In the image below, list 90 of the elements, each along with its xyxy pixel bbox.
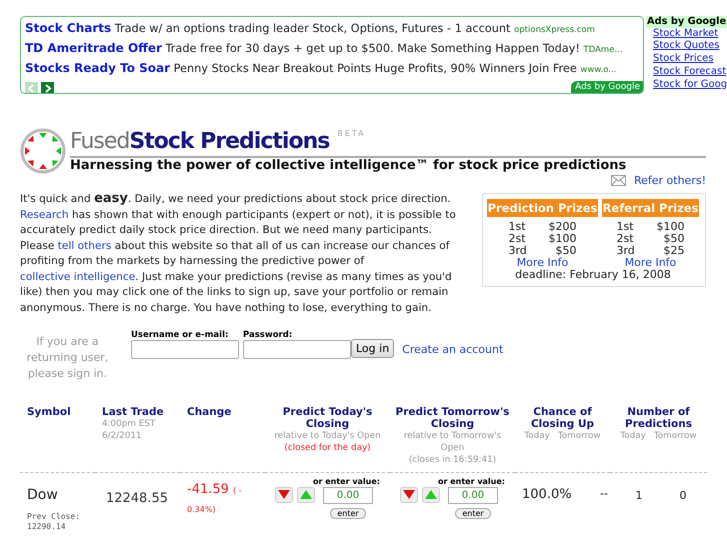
ad-link[interactable]: Stock Quotes [653,40,727,54]
ad-link[interactable]: Stock for Goog [653,78,727,92]
text-link[interactable]: collective intelligence [20,270,136,283]
envelope-icon [610,175,626,186]
prize-place: 2st [508,233,527,246]
enter-button[interactable]: enter [455,508,491,519]
ad-link[interactable]: Stock Forecast [653,66,727,79]
logo-text: Stock Predictions [129,129,330,156]
value-prompt: or enter value: [312,477,381,487]
intro-paragraph: It's quick and easy. Daily, we need your predictions about stock price direction. Research has shown that with enough participants (expert or not), it is possible to accurately predict daily stock price direction. But we need many participants. Please tell others about this website so that all of us can increase our chances of profiting from the markets by harnessing the predictive power of collective intelligence. Just make your predictions (revise as many times as you'd like) then you may click one of the links to sign up, save your portfolio or remain anonymous. There is no charge. You have nothing to lose, everything to gain. [20,191,457,316]
ad-text: Trade w/ an options trading leader Stock, Options, Futures - 1 account [114,22,510,35]
text-link[interactable]: Research [20,208,69,221]
chance-value: -- [600,487,608,502]
column-note: relative to Today's Open [273,430,382,442]
refer-others-link[interactable]: Refer others! [634,174,706,188]
logo-icon [20,128,66,174]
ads-heading: Ads by Google [646,16,727,28]
column-header: Chance of Closing Up [530,406,596,430]
prize-amount: $50 [554,245,576,258]
prize-amount: $50 [662,233,684,246]
prize-amount: $100 [655,221,684,234]
ad-link[interactable]: Stock Market [653,28,727,40]
prize-place: 1st [616,221,635,234]
market-status: (closed for the day) [283,442,372,454]
column-note: (closes in 16:59:41) [408,454,498,466]
ad-title-link[interactable]: Stock Charts [25,21,112,35]
prev-close-text: Prev Close: 12290.14 [27,512,81,532]
username-field[interactable] [131,340,239,360]
column-note: 6/2/2011 [102,430,143,442]
down-triangle-icon [403,490,415,500]
prize-place: 1st [508,221,527,234]
prize-heading: Prediction Prizes [487,199,598,218]
predict-up-button[interactable] [297,486,315,503]
column-header: Change [187,406,232,418]
column-header: Number of Predictions [624,406,693,430]
prize-amount: $25 [662,245,684,258]
predict-down-button[interactable] [400,486,418,503]
ad-url-link[interactable]: www.o... [580,65,616,75]
beta-label: BETA [337,129,366,139]
tagline: Harnessing the power of collective intelligence™ for stock price predictions [70,156,706,173]
column-subheader: Tomorrow [654,430,697,442]
prize-amount: $200 [547,221,576,234]
chance-value: 100.0% [522,487,572,503]
up-triangle-icon [425,490,437,500]
column-subheader: Tomorrow [558,430,601,442]
prediction-field[interactable]: 0.00 [448,486,498,504]
prize-place: 2st [616,233,635,246]
predict-down-button[interactable] [275,486,293,503]
prediction-count: 1 [636,489,642,502]
column-subheader: Today [524,430,550,442]
column-header: Predict Today's Closing [282,406,374,430]
password-field[interactable] [243,340,351,360]
field-label: Username or e-mail: [131,330,230,340]
more-info-link[interactable]: More Info [516,257,568,270]
deadline-text: deadline: February 16, 2008 [514,269,672,282]
more-info-link[interactable]: More Info [624,257,676,270]
last-trade-value: 12248.55 [104,490,168,507]
prize-amount: $100 [547,233,576,246]
prize-place: 3rd [616,245,636,258]
change-value: -41.59 ( - 0.34%) [187,481,243,516]
enter-button[interactable]: enter [330,508,366,519]
prediction-count: 0 [680,489,686,502]
create-account-link[interactable]: Create an account [402,343,504,356]
text-link[interactable]: tell others [58,240,112,252]
ad-text: Trade free for 30 days + get up to $500. Make Something Happen Today! [166,42,580,55]
logo-text: Fused [70,129,130,156]
ad-title-link[interactable]: TD Ameritrade Offer [25,41,162,55]
sign-in-prompt: If you are a returning user, please sign in. [26,334,110,382]
value-prompt: or enter value: [436,477,506,487]
login-button[interactable]: Log in [351,339,394,358]
down-triangle-icon [278,490,290,500]
column-header: Symbol [27,406,72,418]
next-arrow-icon[interactable] [41,82,54,93]
ad-url-link[interactable]: TDAme... [584,45,623,55]
column-header: Last Trade [102,406,165,418]
column-subheader: Today [620,430,646,442]
prize-place: 3rd [508,245,528,258]
prize-heading: Referral Prizes [602,199,700,218]
column-note: relative to Tomorrow's Open [402,430,502,454]
ad-title-link[interactable]: Stocks Ready To Soar [25,61,170,75]
symbol-text: Dow [27,486,59,504]
up-triangle-icon [300,490,312,500]
ad-text: Penny Stocks Near Breakout Points Huge Profits, 90% Winners Join Free [174,62,577,75]
field-label: Password: [243,330,294,340]
prediction-field[interactable]: 0.00 [323,486,373,504]
column-header: Predict Tomorrow's Closing [394,406,510,430]
column-note: 4:00pm EST [102,418,156,430]
predict-up-button[interactable] [422,486,440,503]
ad-link[interactable]: Stock Prices [653,53,727,66]
ad-url-link[interactable]: optionsXpress.com [514,25,595,35]
